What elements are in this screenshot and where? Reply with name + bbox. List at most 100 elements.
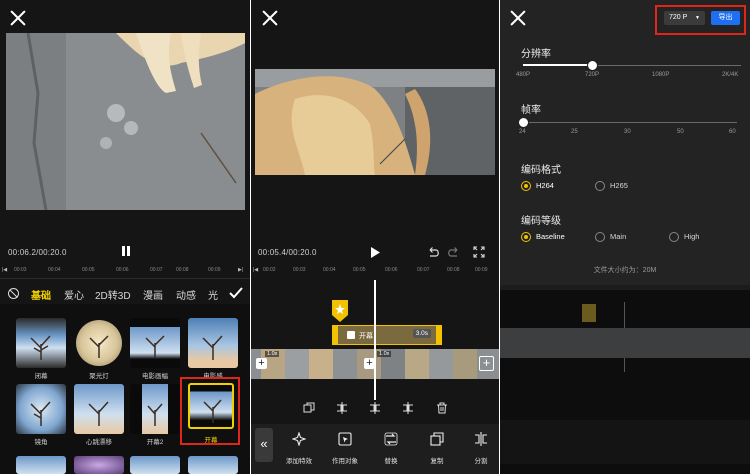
effect-thumb-vignette[interactable] <box>16 384 66 434</box>
effect-thumb-partial[interactable] <box>74 456 124 474</box>
resolution-slider-thumb[interactable] <box>587 60 598 71</box>
no-effect-icon[interactable] <box>8 288 19 299</box>
add-transition-icon[interactable]: + <box>364 358 375 369</box>
tab-2d-to-3d[interactable]: 2D转3D <box>95 287 131 302</box>
split-icon[interactable] <box>369 402 381 414</box>
preview-frame-concrete-dog <box>6 33 245 210</box>
framerate-slider-thumb[interactable] <box>518 117 529 128</box>
effect-thumb-close[interactable] <box>16 318 66 368</box>
clip-trim-handle-left[interactable] <box>332 325 338 345</box>
export-button[interactable]: 导出 <box>711 11 740 25</box>
effect-thumb-partial[interactable] <box>188 456 238 474</box>
timeline-editor-panel: 00:05.4/00:20.0 |◀ 00:02 00:03 00:04 00:… <box>251 0 499 474</box>
framerate-title: 帧率 <box>521 105 541 116</box>
tool-replace[interactable]: 替换 <box>371 432 411 465</box>
timeline-ruler[interactable]: |◀ 00:03 00:04 00:05 00:06 00:07 00:08 0… <box>0 265 250 275</box>
copy-frame-icon[interactable] <box>303 402 315 414</box>
framerate-tick: 50 <box>677 129 684 135</box>
caret-down-icon: ▼ <box>695 15 700 21</box>
undo-icon[interactable] <box>427 247 439 258</box>
preview-frame-dog <box>255 69 495 175</box>
redo-icon[interactable] <box>448 247 460 258</box>
back-chevron-icon[interactable]: « <box>255 428 273 462</box>
tab-comic[interactable]: 漫画 <box>143 287 163 302</box>
level-option-main[interactable]: Main <box>595 232 627 243</box>
resolution-dropdown[interactable]: 720 P ▼ <box>664 11 705 25</box>
radio-selected-icon <box>521 232 531 243</box>
fullscreen-icon[interactable] <box>473 246 485 258</box>
resolution-tick: 720P <box>585 72 600 78</box>
target-object-icon <box>338 432 352 446</box>
ruler-label: 00:03 <box>293 267 306 273</box>
level-title: 编码等级 <box>521 216 561 227</box>
timecode: 00:05.4/00:20.0 <box>258 248 317 257</box>
video-track-dim <box>500 328 750 358</box>
ruler-label: 00:09 <box>475 267 488 273</box>
tool-label: 添加特效 <box>286 458 312 465</box>
radio-empty-icon <box>595 232 605 243</box>
pause-icon[interactable] <box>120 245 132 257</box>
confirm-check-icon[interactable] <box>228 286 244 300</box>
radio-empty-icon <box>669 232 679 243</box>
timecode: 00:06.2/00:20.0 <box>8 248 67 257</box>
tab-basic[interactable]: 基础 <box>31 287 51 302</box>
toolbar-dim <box>500 420 750 464</box>
tool-target-object[interactable]: 作用对象 <box>325 432 365 465</box>
tool-label: 分割 <box>474 458 488 465</box>
resolution-tick: 1080P <box>652 72 670 78</box>
effect-thumb-opening-2[interactable] <box>130 384 180 434</box>
effect-label: 电影画幅 <box>142 373 168 380</box>
effect-clip-icon <box>347 331 355 339</box>
effect-label: 镜角 <box>34 439 48 446</box>
tool-label: 作用对象 <box>332 458 358 465</box>
codec-title: 编码格式 <box>521 165 561 176</box>
ruler-label: 00:05 <box>353 267 366 273</box>
resolution-tick: 2K/4K <box>722 72 739 78</box>
tool-label: 替换 <box>384 458 398 465</box>
video-preview <box>255 69 495 175</box>
effect-thumb-cinematic[interactable] <box>188 318 238 368</box>
effect-thumb-cinema-frame[interactable] <box>130 318 180 368</box>
radio-label: Main <box>610 232 627 241</box>
tab-light[interactable]: 光 <box>208 287 218 302</box>
effect-label-selected: 开幕 <box>204 437 218 444</box>
timeline-ruler[interactable]: |◀ 00:02 00:03 00:04 00:05 00:06 00:07 0… <box>251 265 499 275</box>
split-tool-icon <box>475 432 487 446</box>
add-transition-icon[interactable]: + <box>256 358 267 369</box>
tool-add-effect[interactable]: 添加特效 <box>279 431 319 465</box>
effect-thumb-spotlight[interactable] <box>74 318 124 368</box>
tool-copy[interactable]: 复制 <box>417 432 457 465</box>
split-right-icon[interactable] <box>402 402 414 414</box>
close-icon[interactable] <box>260 8 280 28</box>
framerate-tick: 24 <box>519 129 526 135</box>
effect-thumb-partial[interactable] <box>16 456 66 474</box>
add-clip-icon[interactable]: + <box>479 356 494 371</box>
ruler-label: 00:08 <box>176 267 189 273</box>
delete-icon[interactable] <box>436 402 448 414</box>
close-icon[interactable] <box>8 8 28 28</box>
clip-trim-handle-right[interactable] <box>436 325 442 345</box>
split-left-icon[interactable] <box>336 402 348 414</box>
effect-keyframe-marker[interactable] <box>332 300 348 322</box>
tab-love[interactable]: 爱心 <box>64 287 84 302</box>
effects-panel: 00:06.2/00:20.0 |◀ 00:03 00:04 00:05 00:… <box>0 0 250 474</box>
level-option-high[interactable]: High <box>669 232 699 243</box>
codec-option-h264[interactable]: H264 <box>521 181 554 192</box>
effect-thumb-opening[interactable] <box>188 383 234 429</box>
effect-clip[interactable]: 开幕 3.0s <box>332 325 442 345</box>
tool-split[interactable]: 分割 <box>463 432 499 465</box>
ruler-label: 00:08 <box>447 267 460 273</box>
effect-thumb-partial[interactable] <box>130 456 180 474</box>
replace-icon <box>384 432 398 446</box>
close-icon[interactable] <box>508 8 528 28</box>
framerate-tick: 60 <box>729 129 736 135</box>
effect-thumb-heartbeat[interactable] <box>74 384 124 434</box>
playhead[interactable] <box>374 280 376 400</box>
tool-label: 复制 <box>430 458 444 465</box>
codec-option-h265[interactable]: H265 <box>595 181 628 192</box>
tab-dynamic[interactable]: 动感 <box>176 287 196 302</box>
framerate-slider-track[interactable] <box>523 122 737 123</box>
level-option-baseline[interactable]: Baseline <box>521 232 565 243</box>
play-icon[interactable] <box>370 247 380 258</box>
effect-label: 聚光灯 <box>89 373 109 380</box>
